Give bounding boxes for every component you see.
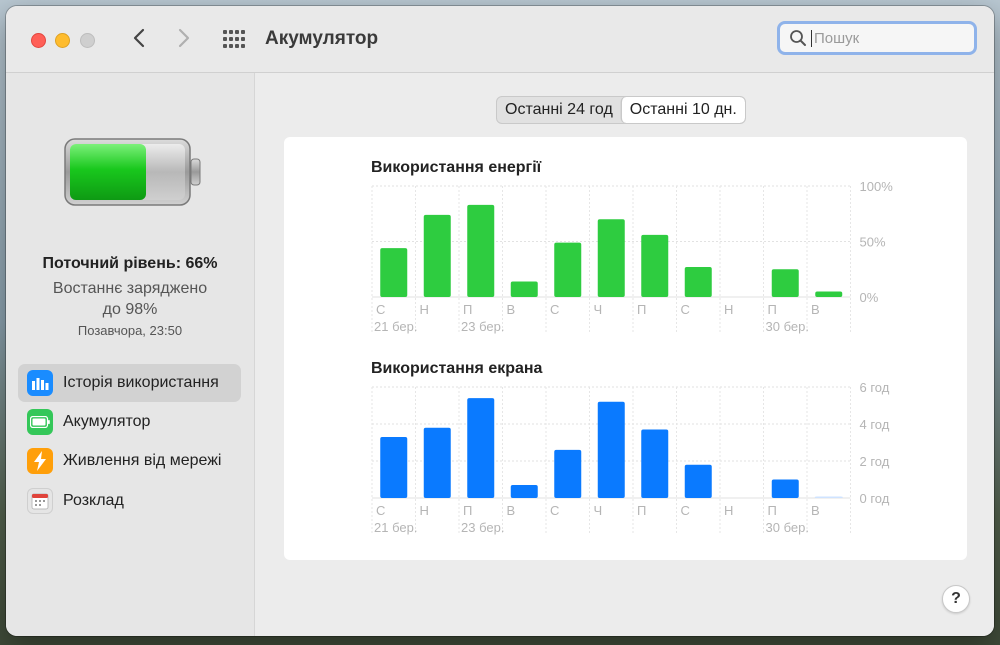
grid-icon — [223, 30, 245, 48]
y-tick-label: 50% — [860, 235, 886, 250]
x-tick-label: С — [376, 302, 385, 317]
last-charged-time: Позавчора, 23:50 — [77, 323, 183, 338]
bar[interactable] — [814, 496, 843, 499]
sidebar-item-battery[interactable]: Акумулятор — [18, 403, 241, 441]
y-tick-label: 100% — [860, 179, 894, 194]
time-range-segmented-control[interactable]: Останні 24 год Останні 10 дн. — [496, 96, 746, 124]
x-tick-label: В — [811, 503, 820, 518]
bar[interactable] — [815, 291, 843, 297]
energy-chart-title: Використання енергії — [371, 159, 542, 176]
sidebar-item-label: Розклад — [63, 492, 124, 509]
sidebar-item-usage-history[interactable]: Історія використання — [18, 364, 241, 402]
bar[interactable] — [467, 398, 495, 498]
charts-card: Використання енергії 100% 50% 0% С Н П В С Ч П С Н П… — [284, 137, 967, 560]
help-button[interactable]: ? — [942, 585, 970, 613]
x-tick-label: В — [507, 302, 516, 317]
bar[interactable] — [597, 219, 625, 297]
sidebar-item-power-adapter[interactable]: Живлення від мережі — [18, 442, 241, 480]
x-tick-label: С — [376, 503, 385, 518]
date-label: 23 бер. — [461, 520, 504, 535]
x-tick-label: П — [637, 302, 646, 317]
bar[interactable] — [641, 429, 669, 498]
bar[interactable] — [510, 485, 538, 498]
x-tick-label: Н — [724, 302, 733, 317]
sidebar-item-label: Акумулятор — [63, 413, 151, 430]
back-button[interactable] — [125, 24, 153, 52]
bar[interactable] — [597, 401, 625, 498]
battery-icon — [27, 409, 53, 435]
x-tick-label: П — [463, 503, 472, 518]
bar[interactable] — [641, 234, 669, 297]
y-tick-label: 6 год — [860, 380, 890, 395]
energy-usage-chart: 100% 50% 0% С Н П В С Ч П С Н П В 21 бер. 23 бер. 30 бер… — [371, 179, 894, 334]
window-title: Акумулятор — [265, 28, 379, 49]
date-label: 23 бер. — [461, 319, 504, 334]
last-charged-line-1: Востаннє заряджено — [52, 280, 208, 297]
battery-level-icon — [64, 138, 201, 206]
calendar-icon — [27, 488, 53, 514]
bar[interactable] — [771, 269, 799, 297]
x-tick-label: Н — [724, 503, 733, 518]
x-tick-label: Ч — [594, 302, 603, 317]
x-tick-label: Н — [420, 302, 429, 317]
bar[interactable] — [423, 427, 451, 498]
x-tick-label: П — [768, 302, 777, 317]
bar[interactable] — [423, 214, 451, 297]
search-icon — [789, 29, 807, 47]
bar[interactable] — [380, 248, 408, 297]
segment-last-10-days[interactable]: Останні 10 дн. — [620, 97, 745, 123]
bar[interactable] — [554, 242, 582, 297]
screen-usage-chart: 6 год 4 год 2 год 0 год С Н П В С Ч П С Н П В 21 бер. 23… — [371, 380, 890, 535]
forward-button[interactable] — [170, 24, 198, 52]
search-input[interactable] — [811, 29, 964, 47]
title-bar: Акумулятор — [6, 6, 994, 73]
x-tick-label: Н — [420, 503, 429, 518]
bolt-icon — [27, 448, 53, 474]
bar[interactable] — [467, 204, 495, 297]
x-tick-label: П — [463, 302, 472, 317]
close-button[interactable] — [31, 33, 46, 48]
preferences-window: Акумулятор Пошук Поточний рівень: 66% Во… — [6, 6, 994, 636]
current-level-label: Поточний рівень: 66% — [42, 255, 218, 272]
date-label: 30 бер. — [766, 520, 809, 535]
chevron-right-icon — [178, 28, 190, 48]
sidebar-item-label: Історія використання — [63, 374, 219, 391]
last-charged-line-2: до 98% — [102, 301, 158, 318]
minimize-button[interactable] — [55, 33, 70, 48]
x-tick-label: Ч — [594, 503, 603, 518]
x-tick-label: П — [637, 503, 646, 518]
bar[interactable] — [510, 281, 538, 297]
x-tick-label: С — [550, 302, 559, 317]
date-label: 21 бер. — [374, 520, 417, 535]
screen-chart-title: Використання екрана — [371, 360, 543, 377]
show-all-button[interactable] — [220, 25, 248, 53]
sidebar: Поточний рівень: 66% Востаннє заряджено … — [6, 73, 255, 636]
y-tick-label: 0 год — [860, 491, 890, 506]
bar-chart-icon — [27, 370, 53, 396]
last-charged-text: Востаннє заряджено до 98% — [6, 278, 254, 320]
y-tick-label: 4 год — [860, 417, 890, 432]
segment-last-24-hours[interactable]: Останні 24 год — [497, 97, 621, 123]
chevron-left-icon — [133, 28, 145, 48]
date-label: 30 бер. — [766, 319, 809, 334]
bar[interactable] — [684, 267, 712, 297]
date-label: 21 бер. — [374, 319, 417, 334]
sidebar-item-label: Живлення від мережі — [63, 452, 222, 469]
y-tick-label: 2 год — [860, 454, 890, 469]
bar[interactable] — [380, 436, 408, 498]
bar[interactable] — [771, 479, 799, 499]
sidebar-item-schedule[interactable]: Розклад — [18, 482, 241, 520]
bar[interactable] — [684, 464, 712, 498]
x-tick-label: С — [550, 503, 559, 518]
x-tick-label: В — [811, 302, 820, 317]
y-tick-label: 0% — [860, 290, 879, 305]
zoom-button[interactable] — [80, 33, 95, 48]
x-tick-label: В — [507, 503, 516, 518]
x-tick-label: С — [681, 503, 690, 518]
search-field[interactable] — [777, 21, 977, 55]
x-tick-label: С — [681, 302, 690, 317]
x-tick-label: П — [768, 503, 777, 518]
main-pane: Останні 24 год Останні 10 дн. Використан… — [255, 73, 994, 636]
bar[interactable] — [554, 449, 582, 498]
